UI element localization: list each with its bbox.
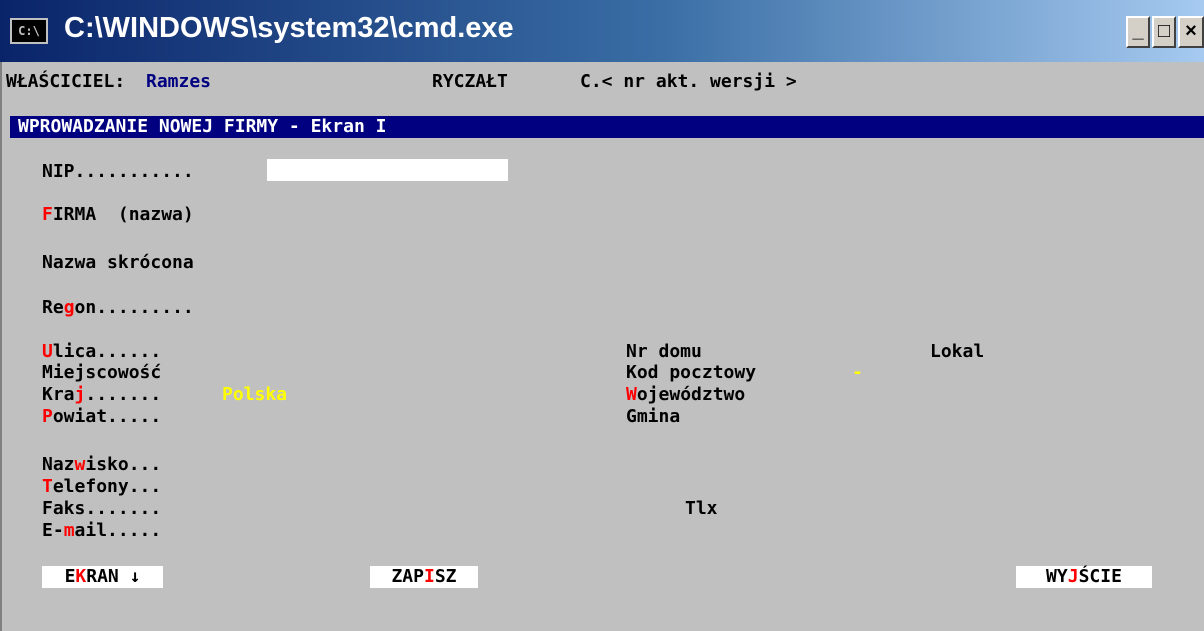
regon-hotkey: g	[63, 297, 75, 318]
kod-pocztowy-value[interactable]: -	[852, 363, 863, 383]
minimize-button[interactable]: _	[1126, 16, 1150, 48]
nip-label: NIP...........	[42, 161, 194, 182]
kod-pocztowy-label: Kod pocztowy	[626, 362, 757, 383]
gmina-label: Gmina	[626, 406, 681, 427]
kraj-hotkey: j	[74, 384, 86, 405]
powiat-label[interactable]: Powiat.....	[42, 407, 161, 427]
powiat-label-post: owiat.....	[52, 406, 162, 427]
nr-domu-label: Nr domu	[626, 341, 702, 362]
nip-input[interactable]	[267, 159, 508, 181]
kraj-label-pre: Kra	[42, 384, 75, 405]
window-title: C:\WINDOWS\system32\cmd.exe	[64, 12, 514, 44]
console-area	[0, 62, 1204, 631]
regon-label-pre: Re	[42, 297, 64, 318]
wojewodztwo-label-post: ojewództwo	[636, 384, 746, 405]
owner-value: Ramzes	[146, 71, 212, 92]
wyjscie-hotkey: J	[1067, 566, 1079, 587]
telefony-label[interactable]: Telefony...	[42, 477, 161, 497]
kraj-value[interactable]: Polska	[222, 385, 287, 405]
ulica-label-post: lica......	[52, 341, 162, 362]
regon-label[interactable]: Regon.........	[42, 298, 194, 318]
ekran-button-post: RAN ↓	[86, 566, 141, 587]
tax-mode: RYCZAŁT	[432, 71, 508, 92]
wojewodztwo-hotkey: W	[626, 384, 637, 405]
firma-label[interactable]: FIRMA (nazwa)	[42, 205, 194, 225]
telefony-label-post: elefony...	[52, 476, 162, 497]
zapisz-button[interactable]: ZAPISZ	[370, 566, 478, 588]
lokal-label: Lokal	[930, 341, 985, 362]
faks-label: Faks.......	[42, 498, 162, 519]
ulica-hotkey: U	[42, 341, 53, 362]
ekran-button[interactable]: EKRAN ↓	[42, 566, 163, 588]
section-title: WPROWADZANIE NOWEJ FIRMY - Ekran I	[18, 116, 387, 137]
nazwisko-label-post: isko...	[85, 454, 162, 475]
powiat-hotkey: P	[42, 406, 53, 427]
telefony-hotkey: T	[42, 476, 53, 497]
email-label[interactable]: E-mail.....	[42, 521, 161, 541]
email-label-pre: E-	[42, 520, 64, 541]
title-bar[interactable]: C:\ C:\WINDOWS\system32\cmd.exe _ □ ×	[0, 0, 1204, 62]
kraj-label-post: .......	[85, 384, 162, 405]
wyjscie-button[interactable]: WYJŚCIE	[1016, 566, 1152, 588]
wojewodztwo-label[interactable]: Województwo	[626, 385, 745, 405]
console-icon[interactable]: C:\	[10, 18, 48, 44]
ekran-hotkey: K	[75, 566, 87, 587]
email-hotkey: m	[63, 520, 75, 541]
maximize-button[interactable]: □	[1152, 16, 1176, 48]
firma-hotkey: F	[42, 204, 53, 225]
ekran-button-pre: E	[64, 566, 76, 587]
close-button[interactable]: ×	[1178, 16, 1204, 48]
miejscowosc-label: Miejscowość	[42, 362, 162, 383]
zapisz-button-pre: ZAP	[391, 566, 424, 587]
ulica-label[interactable]: Ulica......	[42, 342, 161, 362]
wyjscie-button-post: ŚCIE	[1078, 566, 1122, 587]
zapisz-button-post: SZ	[434, 566, 457, 587]
nazwisko-label[interactable]: Nazwisko...	[42, 455, 161, 475]
email-label-post: ail.....	[74, 520, 162, 541]
wyjscie-button-pre: WY	[1046, 566, 1068, 587]
owner-label: WŁAŚCICIEL:	[6, 71, 126, 92]
tlx-label: Tlx	[685, 498, 718, 519]
zapisz-hotkey: I	[423, 566, 435, 587]
version-info: C.< nr akt. wersji >	[580, 71, 797, 92]
firma-label-post: IRMA (nazwa)	[52, 204, 194, 225]
nazwisko-label-pre: Naz	[42, 454, 75, 475]
kraj-label[interactable]: Kraj.......	[42, 385, 161, 405]
nazwisko-hotkey: w	[74, 454, 86, 475]
nazwa-skrocona-label: Nazwa skrócona	[42, 252, 194, 273]
regon-label-post: on.........	[74, 297, 194, 318]
